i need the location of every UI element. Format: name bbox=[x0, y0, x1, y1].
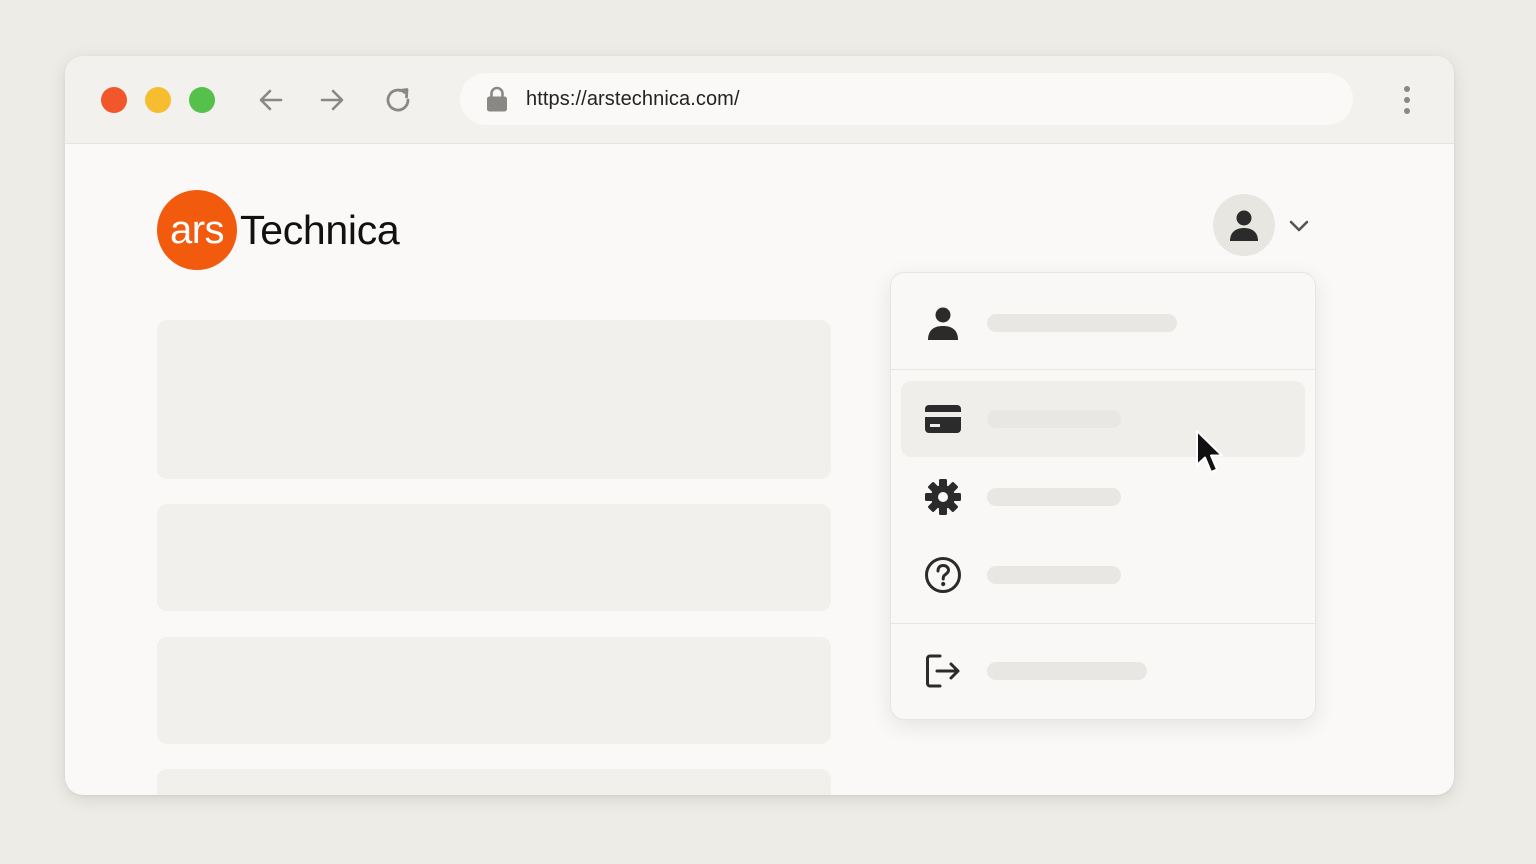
content-placeholder-card bbox=[157, 504, 831, 611]
content-placeholder-card bbox=[157, 320, 831, 479]
menu-divider bbox=[891, 623, 1315, 624]
menu-item-label-placeholder bbox=[987, 314, 1177, 332]
logo-badge: ars bbox=[157, 190, 237, 270]
url-text: https://arstechnica.com/ bbox=[526, 87, 740, 110]
content-placeholder-card bbox=[157, 637, 831, 744]
menu-item-label-placeholder bbox=[987, 410, 1121, 428]
user-icon bbox=[923, 303, 963, 343]
forward-button[interactable] bbox=[314, 82, 350, 118]
browser-window: https://arstechnica.com/ ars Technica bbox=[65, 56, 1454, 795]
menu-item-profile[interactable] bbox=[901, 285, 1305, 361]
menu-item-logout[interactable] bbox=[901, 633, 1305, 709]
chevron-down-icon[interactable] bbox=[1287, 214, 1311, 238]
more-vertical-icon[interactable] bbox=[1395, 82, 1419, 118]
arrow-left-icon bbox=[259, 89, 283, 111]
site-logo[interactable]: ars Technica bbox=[157, 190, 400, 270]
browser-toolbar: https://arstechnica.com/ bbox=[65, 56, 1454, 144]
account-menu-button[interactable] bbox=[1213, 194, 1275, 256]
logo-wordmark: Technica bbox=[240, 206, 400, 253]
menu-item-settings[interactable] bbox=[901, 459, 1305, 535]
arrow-right-icon bbox=[320, 89, 344, 111]
menu-item-billing[interactable] bbox=[901, 381, 1305, 457]
user-icon bbox=[1230, 210, 1258, 241]
reload-button[interactable] bbox=[380, 82, 416, 118]
menu-item-label-placeholder bbox=[987, 488, 1121, 506]
lock-icon bbox=[485, 85, 509, 113]
address-bar[interactable]: https://arstechnica.com/ bbox=[460, 73, 1353, 125]
gear-icon bbox=[923, 477, 963, 517]
menu-item-help[interactable] bbox=[901, 537, 1305, 613]
help-circle-icon bbox=[923, 555, 963, 595]
menu-divider bbox=[891, 369, 1315, 370]
account-dropdown-menu bbox=[890, 272, 1316, 720]
credit-card-icon bbox=[923, 399, 963, 439]
reload-icon bbox=[386, 88, 410, 112]
menu-item-label-placeholder bbox=[987, 662, 1147, 680]
logout-icon bbox=[923, 651, 963, 691]
content-placeholder-card bbox=[157, 769, 831, 795]
close-window-button[interactable] bbox=[101, 87, 127, 113]
minimize-window-button[interactable] bbox=[145, 87, 171, 113]
menu-item-label-placeholder bbox=[987, 566, 1121, 584]
maximize-window-button[interactable] bbox=[189, 87, 215, 113]
back-button[interactable] bbox=[253, 82, 289, 118]
